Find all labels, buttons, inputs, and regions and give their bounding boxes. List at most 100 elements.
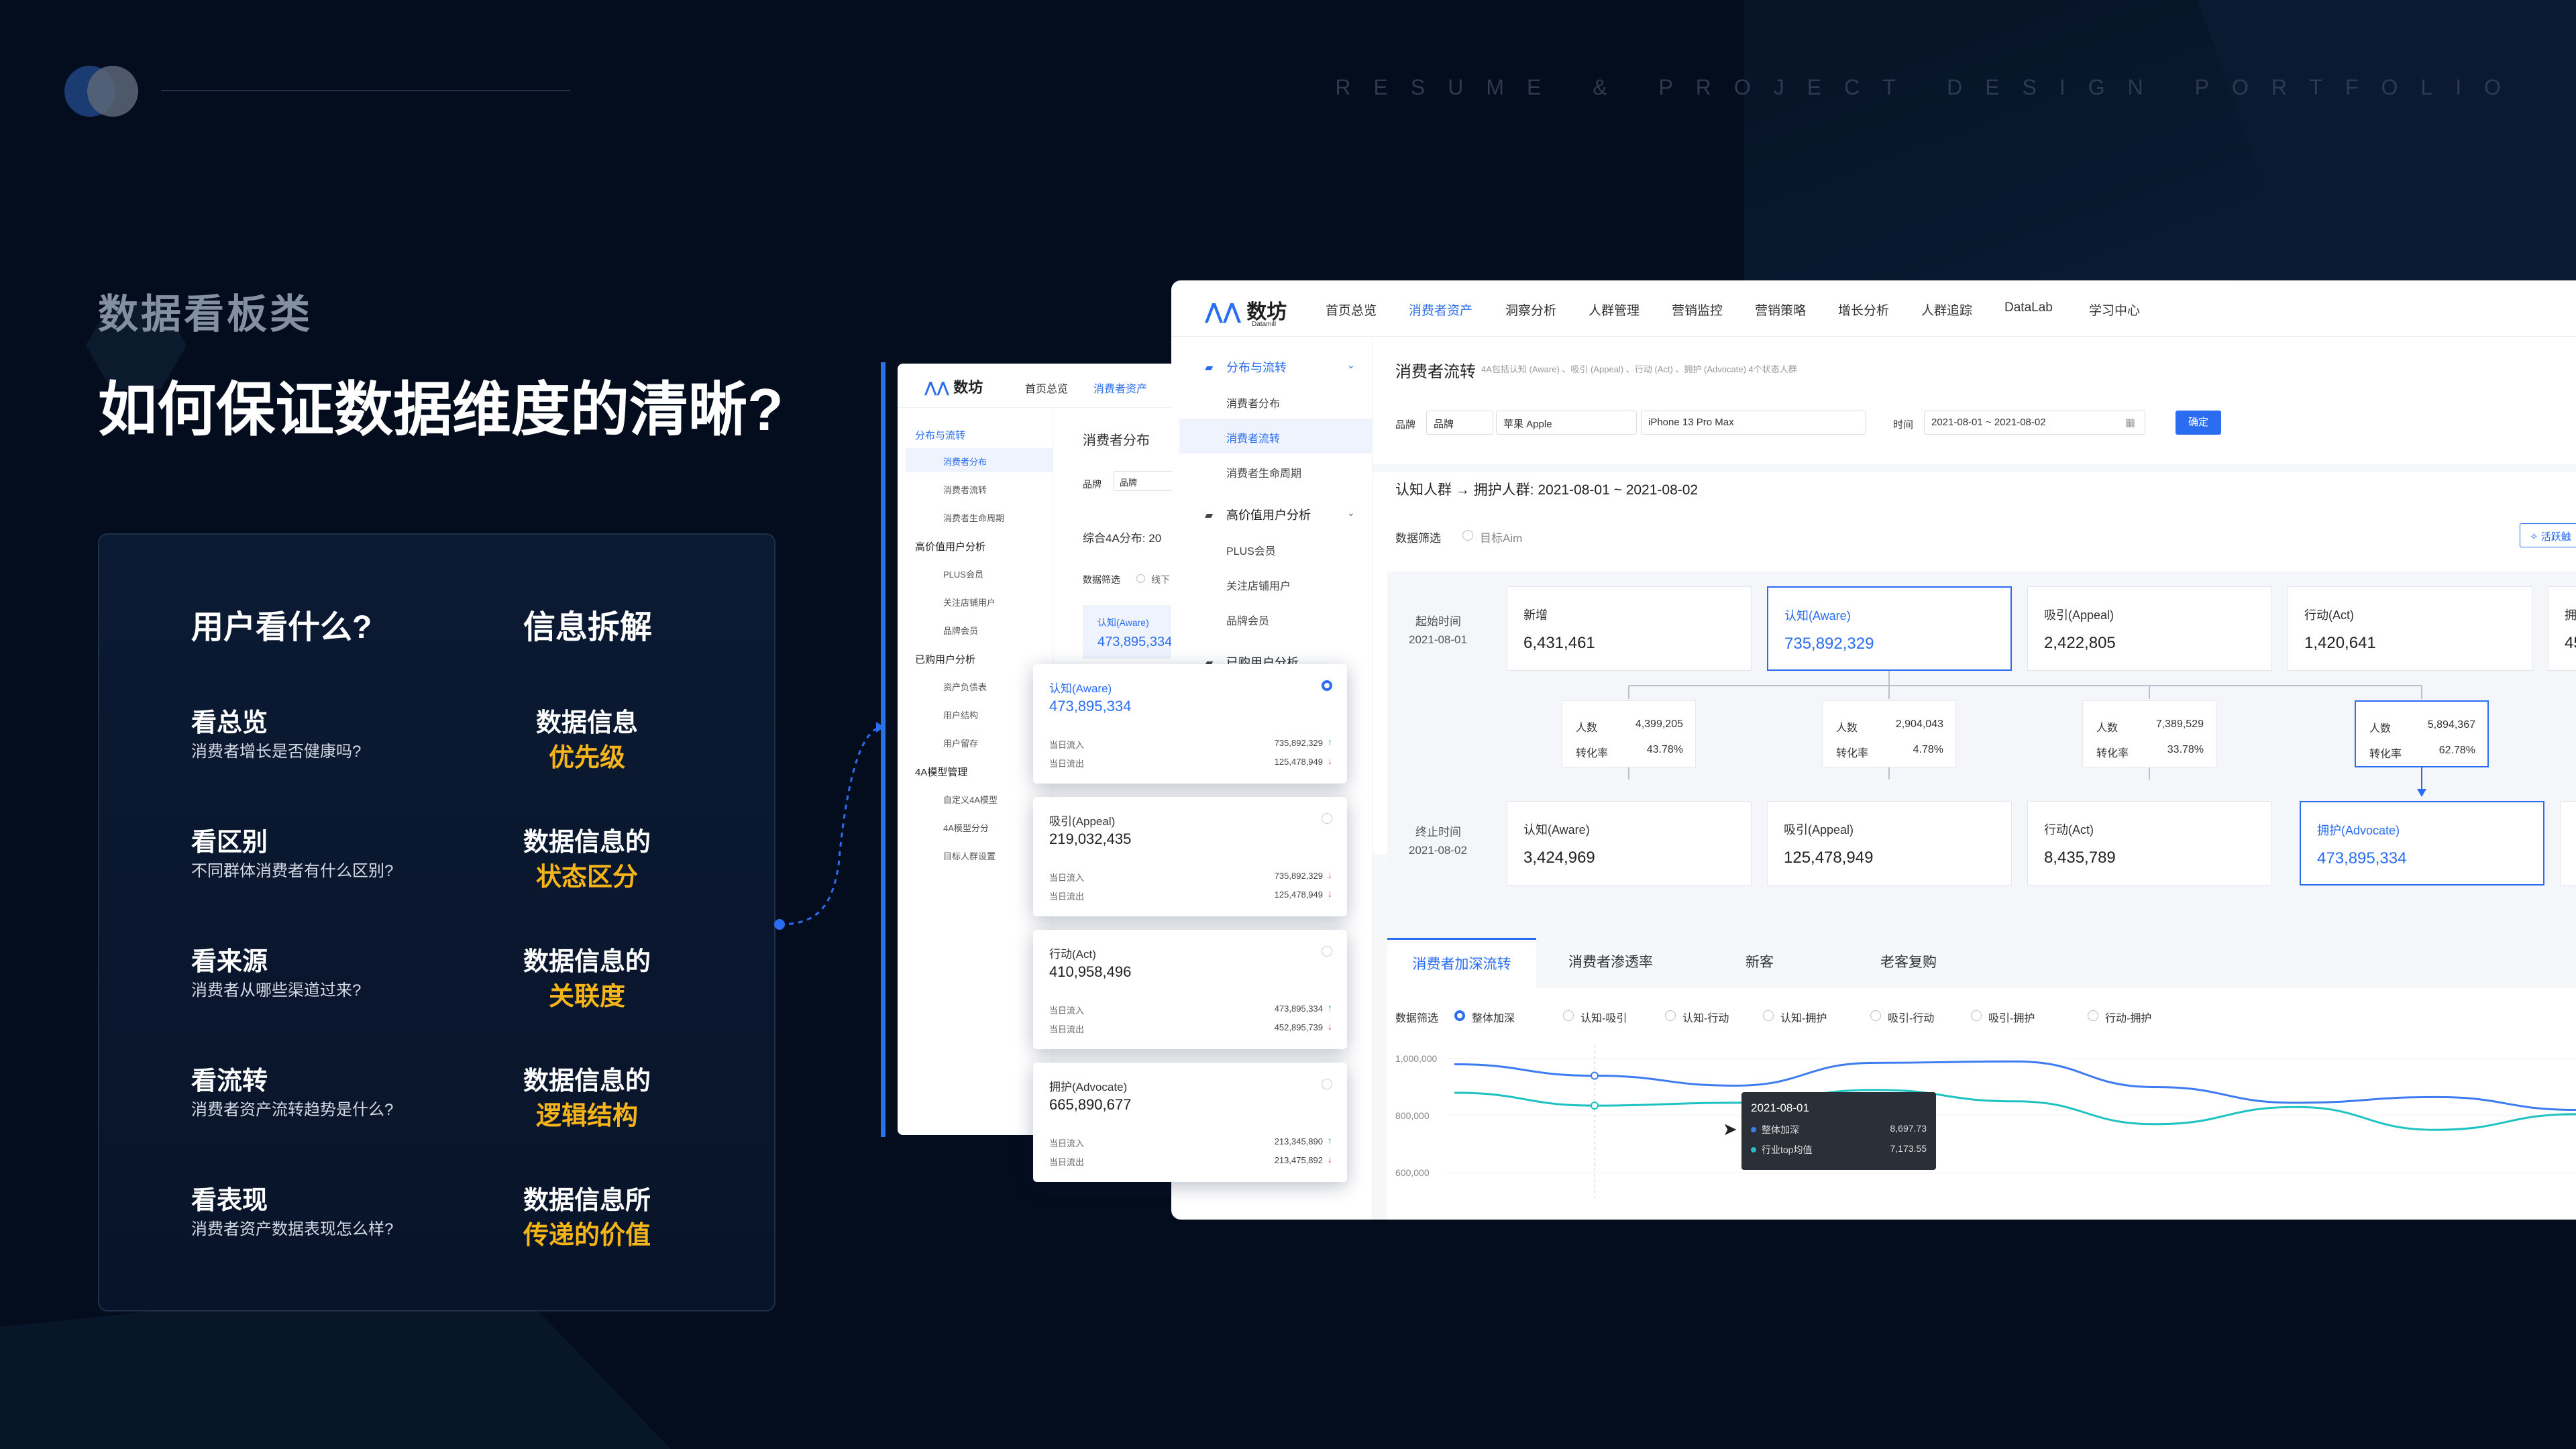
sidebar-item-lifecycle[interactable]: 消费者生命周期: [1226, 464, 1301, 480]
nav-item-audience[interactable]: 人群管理: [1589, 301, 1640, 319]
topbar-small: ⋀⋀ 数坊 首页总览 消费者资产: [898, 364, 1179, 408]
select-radio[interactable]: [1322, 680, 1332, 691]
filter-radio-small[interactable]: [1136, 574, 1145, 583]
end-card-appeal[interactable]: 吸引(Appeal) 125,478,949: [1767, 801, 2012, 885]
inflow-value: 473,895,334: [1274, 1004, 1323, 1014]
chart-filter-radio[interactable]: [1563, 1010, 1574, 1021]
chart-filter-radio[interactable]: [1454, 1010, 1465, 1021]
overlay-card-aware[interactable]: 认知(Aware) 473,895,334 当日流入 735,892,329 ↑…: [1033, 664, 1347, 784]
sidebar-item-4a-score[interactable]: 4A模型分分: [943, 821, 989, 834]
sidebar-item-flow[interactable]: 消费者流转: [1226, 429, 1280, 445]
conversion-card-selected[interactable]: 人数 5,894,367 转化率 62.78%: [2355, 700, 2489, 767]
nav-item-home[interactable]: 首页总览: [1326, 301, 1377, 319]
logo-mark-icon: ⋀⋀: [1205, 299, 1241, 323]
sidebar-item-plus[interactable]: PLUS会员: [1226, 542, 1276, 558]
sidebar-item-balance[interactable]: 资产负债表: [943, 680, 987, 693]
sidebar-group-purchased[interactable]: 已购用户分析: [915, 652, 975, 666]
chart-filter-radio[interactable]: [1870, 1010, 1881, 1021]
sidebar-group-flow[interactable]: 分布与流转: [1226, 358, 1287, 376]
nav-item-insight[interactable]: 洞察分析: [1505, 301, 1556, 319]
nav-item-datalab[interactable]: DataLab: [2004, 301, 2053, 315]
brand-select-small[interactable]: 品牌: [1114, 471, 1174, 491]
conversion-card[interactable]: 人数 2,904,043 转化率 4.78%: [1822, 700, 1956, 767]
card-name: 拥护(Advocate): [1049, 1081, 1128, 1093]
conversion-card[interactable]: 人数 7,389,529 转化率 33.78%: [2082, 700, 2216, 767]
nav-item-home[interactable]: 首页总览: [1025, 380, 1068, 396]
product-select[interactable]: iPhone 13 Pro Max: [1641, 411, 1866, 435]
end-card-extra[interactable]: 流7,: [2560, 801, 2576, 885]
data-point[interactable]: [1591, 1071, 1599, 1080]
sidebar-item-member[interactable]: 品牌会员: [1226, 612, 1269, 628]
brand-logo-main[interactable]: ⋀⋀ 数坊 Datamill: [1205, 295, 1287, 328]
tab-new-customer[interactable]: 新客: [1685, 938, 1834, 987]
sidebar-group-high-value[interactable]: 高价值用户分析: [1226, 506, 1311, 523]
card-name: 行动(Act): [1049, 948, 1096, 961]
sidebar-item-retention[interactable]: 用户留存: [943, 737, 978, 749]
chevron-down-icon[interactable]: ⌄: [1347, 360, 1355, 371]
date-range-input[interactable]: 2021-08-01 ~ 2021-08-02: [1924, 411, 2145, 435]
sidebar-item-target[interactable]: 目标人群设置: [943, 849, 996, 862]
chevron-down-icon[interactable]: ⌄: [1347, 507, 1355, 519]
overlay-card-advocate[interactable]: 拥护(Advocate) 665,890,677 当日流入 213,345,89…: [1033, 1063, 1347, 1182]
brand-select[interactable]: 苹果 Apple: [1496, 411, 1637, 435]
card-label: 行动(Act): [2044, 823, 2094, 837]
people-value: 7,389,529: [2155, 718, 2204, 730]
tab-deepening[interactable]: 消费者加深流转: [1387, 938, 1536, 987]
tooltip-legend-dot: [1751, 1127, 1756, 1132]
sidebar-group-4a[interactable]: 4A模型管理: [915, 765, 967, 779]
filter-section: 消费者流转 4A包括认知 (Aware) 、吸引 (Appeal) 、行动 (A…: [1373, 337, 2576, 464]
end-card-act[interactable]: 行动(Act) 8,435,789: [2027, 801, 2272, 885]
outflow-value: 452,895,739: [1274, 1022, 1323, 1032]
nav-item-consumer-assets[interactable]: 消费者资产: [1093, 380, 1147, 396]
sidebar-item-custom-4a[interactable]: 自定义4A模型: [943, 793, 998, 806]
select-radio[interactable]: [1322, 813, 1332, 824]
sidebar-item-plus[interactable]: PLUS会员: [943, 568, 983, 580]
mouse-cursor-icon: ➤: [1723, 1119, 1737, 1139]
data-point[interactable]: [1591, 1102, 1599, 1110]
active-button[interactable]: ✧ 活跃触: [2520, 523, 2576, 547]
aware-card-small[interactable]: 认知(Aware) 473,895,334: [1083, 605, 1179, 659]
chart-filter-radio[interactable]: [1665, 1010, 1676, 1021]
select-radio[interactable]: [1322, 1079, 1332, 1089]
brand-type-select[interactable]: 品牌: [1426, 411, 1493, 435]
flow-filter-radio[interactable]: [1462, 530, 1473, 541]
sidebar-item-lifecycle[interactable]: 消费者生命周期: [943, 511, 1004, 524]
dashboard-window-main: ⋀⋀ 数坊 Datamill 首页总览 消费者资产 洞察分析 人群管理 营销监控 …: [1171, 280, 2576, 1220]
sidebar-item-distribution[interactable]: 消费者分布: [1226, 394, 1280, 411]
select-radio[interactable]: [1322, 946, 1332, 957]
category-label: 数据看板类: [98, 292, 313, 337]
end-card-advocate[interactable]: 拥护(Advocate) 473,895,334: [2300, 801, 2544, 885]
sidebar-item-follow[interactable]: 关注店铺用户: [1226, 577, 1291, 593]
sidebar-item-distribution[interactable]: 消费者分布: [943, 455, 987, 468]
conversion-card[interactable]: 人数 4,399,205 转化率 43.78%: [1562, 700, 1696, 767]
tab-penetration[interactable]: 消费者渗透率: [1536, 938, 1685, 987]
card-value: 665,890,677: [1049, 1096, 1132, 1113]
nav-item-tracking[interactable]: 人群追踪: [1921, 301, 1972, 319]
tab-repurchase[interactable]: 老客复购: [1834, 938, 1983, 987]
sidebar-group-high-value[interactable]: 高价值用户分析: [915, 539, 985, 553]
sidebar-group-flow[interactable]: 分布与流转: [915, 428, 965, 442]
end-card-aware[interactable]: 认知(Aware) 3,424,969: [1507, 801, 1752, 885]
overlay-card-act[interactable]: 行动(Act) 410,958,496 当日流入 473,895,334 ↑ 当…: [1033, 930, 1347, 1049]
chart-filter-radio[interactable]: [2088, 1010, 2098, 1021]
sparkle-icon: ✧: [2530, 531, 2538, 543]
sidebar-item-structure[interactable]: 用户结构: [943, 708, 978, 721]
chart-filter-option: 认知-吸引: [1580, 1013, 1627, 1024]
nav-item-monitor[interactable]: 营销监控: [1672, 301, 1723, 319]
nav-item-growth[interactable]: 增长分析: [1838, 301, 1889, 319]
card-label: 认知(Aware): [1523, 823, 1590, 837]
overlay-card-appeal[interactable]: 吸引(Appeal) 219,032,435 当日流入 735,892,329 …: [1033, 797, 1347, 916]
page-title-small: 消费者分布: [1083, 433, 1150, 448]
confirm-button[interactable]: 确定: [2176, 411, 2221, 435]
sidebar-item-follow[interactable]: 关注店铺用户: [943, 596, 996, 608]
chart-filter-radio[interactable]: [1763, 1010, 1774, 1021]
nav-item-strategy[interactable]: 营销策略: [1755, 301, 1806, 319]
chart-filter-radio[interactable]: [1971, 1010, 1982, 1021]
sidebar-item-flow[interactable]: 消费者流转: [943, 483, 987, 496]
nav-item-learning[interactable]: 学习中心: [2089, 301, 2140, 319]
sidebar-item-member[interactable]: 品牌会员: [943, 624, 978, 637]
calendar-icon[interactable]: ▦: [2125, 416, 2135, 429]
chart-filter-option: 吸引-拥护: [1988, 1013, 2035, 1024]
logo-mark-icon: ⋀⋀: [924, 379, 950, 396]
nav-item-consumer-assets[interactable]: 消费者资产: [1409, 301, 1472, 319]
